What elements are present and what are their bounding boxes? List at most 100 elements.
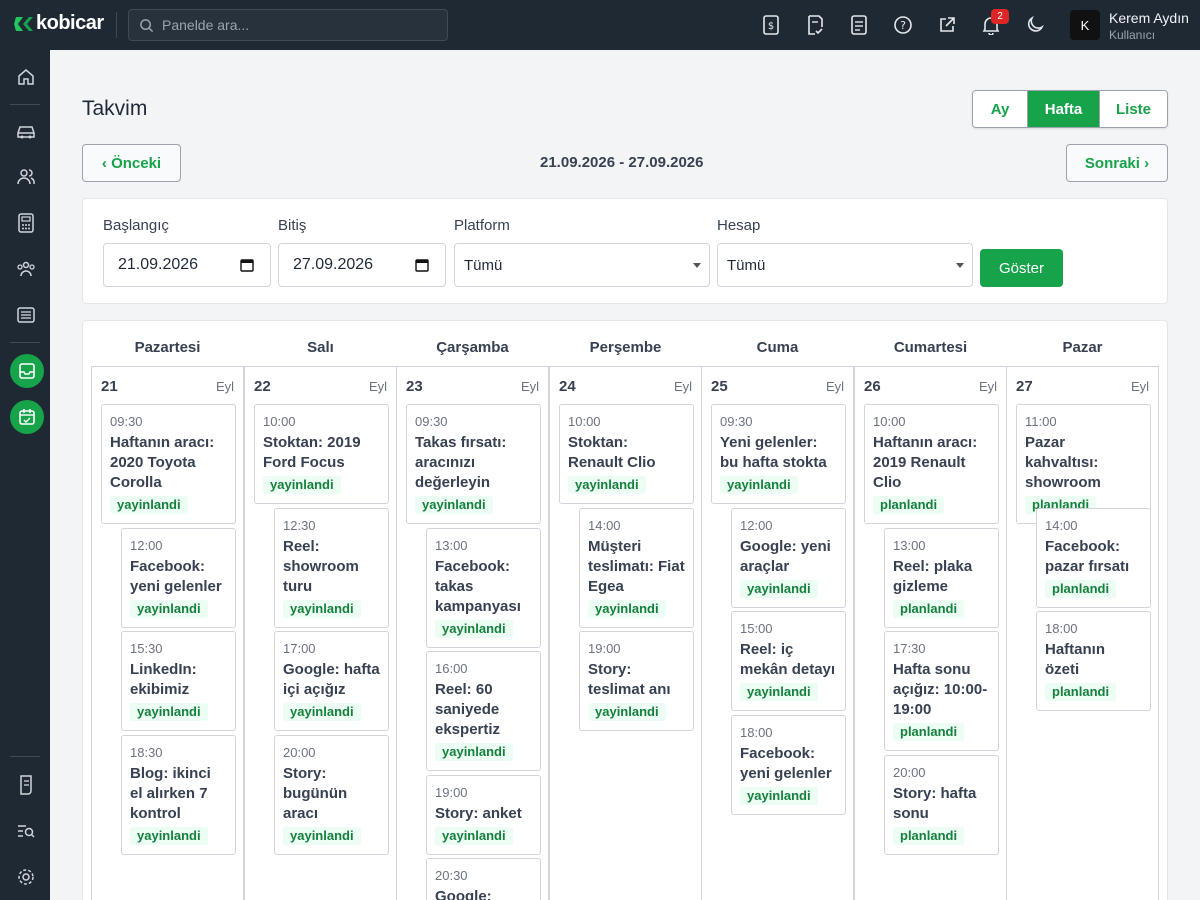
user-name[interactable]: Kerem Aydın [1109, 10, 1189, 26]
account-select[interactable]: Tümü [717, 243, 973, 287]
home-icon[interactable] [10, 61, 42, 93]
platform-select[interactable]: Tümü [454, 243, 710, 287]
day-number[interactable]: 24 [559, 378, 576, 395]
calendar-event[interactable]: 12:00 Facebook: yeni gelenler yayinlandi [121, 528, 236, 628]
calendar-event[interactable]: 20:00 Story: bugünün aracı yayinlandi [274, 735, 389, 855]
day-number[interactable]: 23 [406, 378, 423, 395]
day-number[interactable]: 26 [864, 378, 881, 395]
moon-icon[interactable] [1024, 14, 1046, 36]
calendar-event[interactable]: 09:30 Haftanın aracı: 2020 Toyota Corolla… [101, 404, 236, 524]
calendar-event[interactable]: 16:00 Reel: 60 saniyede ekspertiz yayinlan… [426, 651, 541, 771]
day-header: Salı [307, 339, 334, 356]
topbar-divider [116, 12, 117, 38]
view-week-button[interactable]: Hafta [1027, 91, 1099, 127]
event-time: 17:30 [893, 641, 926, 656]
search-box[interactable] [128, 9, 448, 41]
show-button[interactable]: Göster [980, 249, 1063, 287]
calendar-event[interactable]: 09:30 Yeni gelenler: bu hafta stokta yayin… [711, 404, 846, 504]
calendar-event[interactable]: 10:00 Stoktan: 2019 Ford Focus yayinlandi [254, 404, 389, 504]
day-number[interactable]: 27 [1016, 378, 1033, 395]
calendar-icon[interactable] [415, 258, 429, 272]
calendar-event[interactable]: 11:00 Pazar kahvaltısı: showroom planlandi [1016, 404, 1151, 524]
end-date-field[interactable]: 27.09.2026 [278, 243, 446, 287]
team-icon[interactable] [10, 253, 42, 285]
brand-logo-icon [14, 16, 33, 31]
event-title: Reel: plaka gizleme [893, 558, 973, 595]
day-cell[interactable]: 22 Eyl 10:00 Stoktan: 2019 Ford Focus yayinl… [244, 366, 397, 900]
day-cell[interactable]: 21 Eyl 09:30 Haftanın aracı: 2020 Toyota Co… [91, 366, 244, 900]
calendar-event[interactable]: 10:00 Stoktan: Renault Clio yayinlandi [559, 404, 694, 504]
view-list-button[interactable]: Liste [1099, 91, 1167, 127]
event-title: Müşteri teslimatı: Fiat Egea [588, 538, 685, 595]
day-header: Perşembe [589, 339, 662, 356]
avatar[interactable]: K [1070, 10, 1100, 40]
end-date-label: Bitiş [278, 217, 307, 234]
event-title: Hafta sonu açığız: 10:00-19:00 [893, 661, 988, 718]
day-cell[interactable]: 25 Eyl 09:30 Yeni gelenler: bu hafta stokta… [701, 366, 854, 900]
car-icon[interactable] [10, 115, 42, 147]
document-icon[interactable] [848, 14, 870, 36]
calendar-event[interactable]: 14:00 Müşteri teslimatı: Fiat Egea yayinla… [579, 508, 694, 628]
document-check-icon[interactable] [804, 14, 826, 36]
report-icon[interactable] [10, 769, 42, 801]
event-title: Takas fırsatı: aracınızı değerleyin [415, 434, 507, 491]
status-badge: yayinlandi [588, 703, 666, 721]
day-number[interactable]: 22 [254, 378, 271, 395]
calendar-event[interactable]: 15:30 LinkedIn: ekibimiz yayinlandi [121, 631, 236, 731]
event-title: Story: bugünün aracı [283, 765, 348, 822]
status-badge: yayinlandi [130, 703, 208, 721]
status-badge: planlandi [1045, 580, 1117, 598]
day-cell[interactable]: 27 Eyl 11:00 Pazar kahvaltısı: showroom plan… [1006, 366, 1159, 900]
day-cell[interactable]: 23 Eyl 09:30 Takas fırsatı: aracınızı değer… [396, 366, 549, 900]
day-number[interactable]: 25 [711, 378, 728, 395]
calendar-event[interactable]: 13:00 Reel: plaka gizleme planlandi [884, 528, 999, 628]
users-icon[interactable] [10, 161, 42, 193]
list-icon[interactable] [10, 299, 42, 331]
previous-button[interactable]: ‹ Önceki [82, 144, 181, 182]
event-time: 14:00 [588, 518, 621, 533]
calendar-event[interactable]: 10:00 Haftanın aracı: 2019 Renault Clio pl… [864, 404, 999, 524]
external-link-icon[interactable] [936, 14, 958, 36]
calendar-event[interactable]: 19:00 Story: anket yayinlandi [426, 775, 541, 855]
start-date-field[interactable]: 21.09.2026 [103, 243, 271, 287]
sidebar [0, 50, 50, 900]
day-cell[interactable]: 24 Eyl 10:00 Stoktan: Renault Clio yayinland… [549, 366, 702, 900]
calendar-event[interactable]: 18:00 Haftanın özeti planlandi [1036, 611, 1151, 711]
settings-icon[interactable] [10, 861, 42, 893]
calendar-event[interactable]: 18:00 Facebook: yeni gelenler yayinlandi [731, 715, 846, 815]
calendar-event[interactable]: 09:30 Takas fırsatı: aracınızı değerleyin… [406, 404, 541, 524]
calendar-event[interactable]: 17:00 Google: hafta içi açığız yayinlandi [274, 631, 389, 731]
calendar-event[interactable]: 19:00 Story: teslimat anı yayinlandi [579, 631, 694, 731]
next-button[interactable]: Sonraki › [1066, 144, 1168, 182]
calendar-event[interactable]: 12:30 Reel: showroom turu yayinlandi [274, 508, 389, 628]
help-icon[interactable]: ? [892, 14, 914, 36]
calendar-event[interactable]: 12:00 Google: yeni araçlar yayinlandi [731, 508, 846, 608]
calendar-event[interactable]: 14:00 Facebook: pazar fırsatı planlandi [1036, 508, 1151, 608]
search-input[interactable] [162, 17, 432, 33]
event-time: 19:00 [588, 641, 621, 656]
brand-logo[interactable]: kobicar [14, 12, 104, 35]
calendar-event[interactable]: 18:30 Blog: ikinci el alırken 7 kontrol ya… [121, 735, 236, 855]
event-time: 17:00 [283, 641, 316, 656]
calendar-event[interactable]: 20:30 Google: [426, 858, 541, 900]
day-number[interactable]: 21 [101, 378, 118, 395]
event-title: Pazar kahvaltısı: showroom [1025, 434, 1101, 491]
calendar-event[interactable]: 17:30 Hafta sonu açığız: 10:00-19:00 planl… [884, 631, 999, 751]
invoice-icon[interactable]: $ [760, 14, 782, 36]
calculator-icon[interactable] [10, 207, 42, 239]
calendar-event[interactable]: 15:00 Reel: iç mekân detayı yayinlandi [731, 611, 846, 711]
calendar-event[interactable]: 20:00 Story: hafta sonu planlandi [884, 755, 999, 855]
event-title: Stoktan: Renault Clio [568, 434, 656, 471]
view-month-button[interactable]: Ay [973, 91, 1027, 127]
calendar-car-icon[interactable] [10, 400, 44, 434]
status-badge: yayinlandi [283, 703, 361, 721]
user-role: Kullanıcı [1109, 28, 1156, 42]
calendar-icon[interactable] [240, 258, 254, 272]
search-list-icon[interactable] [10, 815, 42, 847]
inbox-icon[interactable] [10, 354, 44, 388]
day-cell[interactable]: 26 Eyl 10:00 Haftanın aracı: 2019 Renault C… [854, 366, 1007, 900]
status-badge: yayinlandi [435, 743, 513, 761]
event-title: Blog: ikinci el alırken 7 kontrol [130, 765, 211, 822]
event-time: 20:00 [283, 745, 316, 760]
calendar-event[interactable]: 13:00 Facebook: takas kampanyası yayinland… [426, 528, 541, 648]
